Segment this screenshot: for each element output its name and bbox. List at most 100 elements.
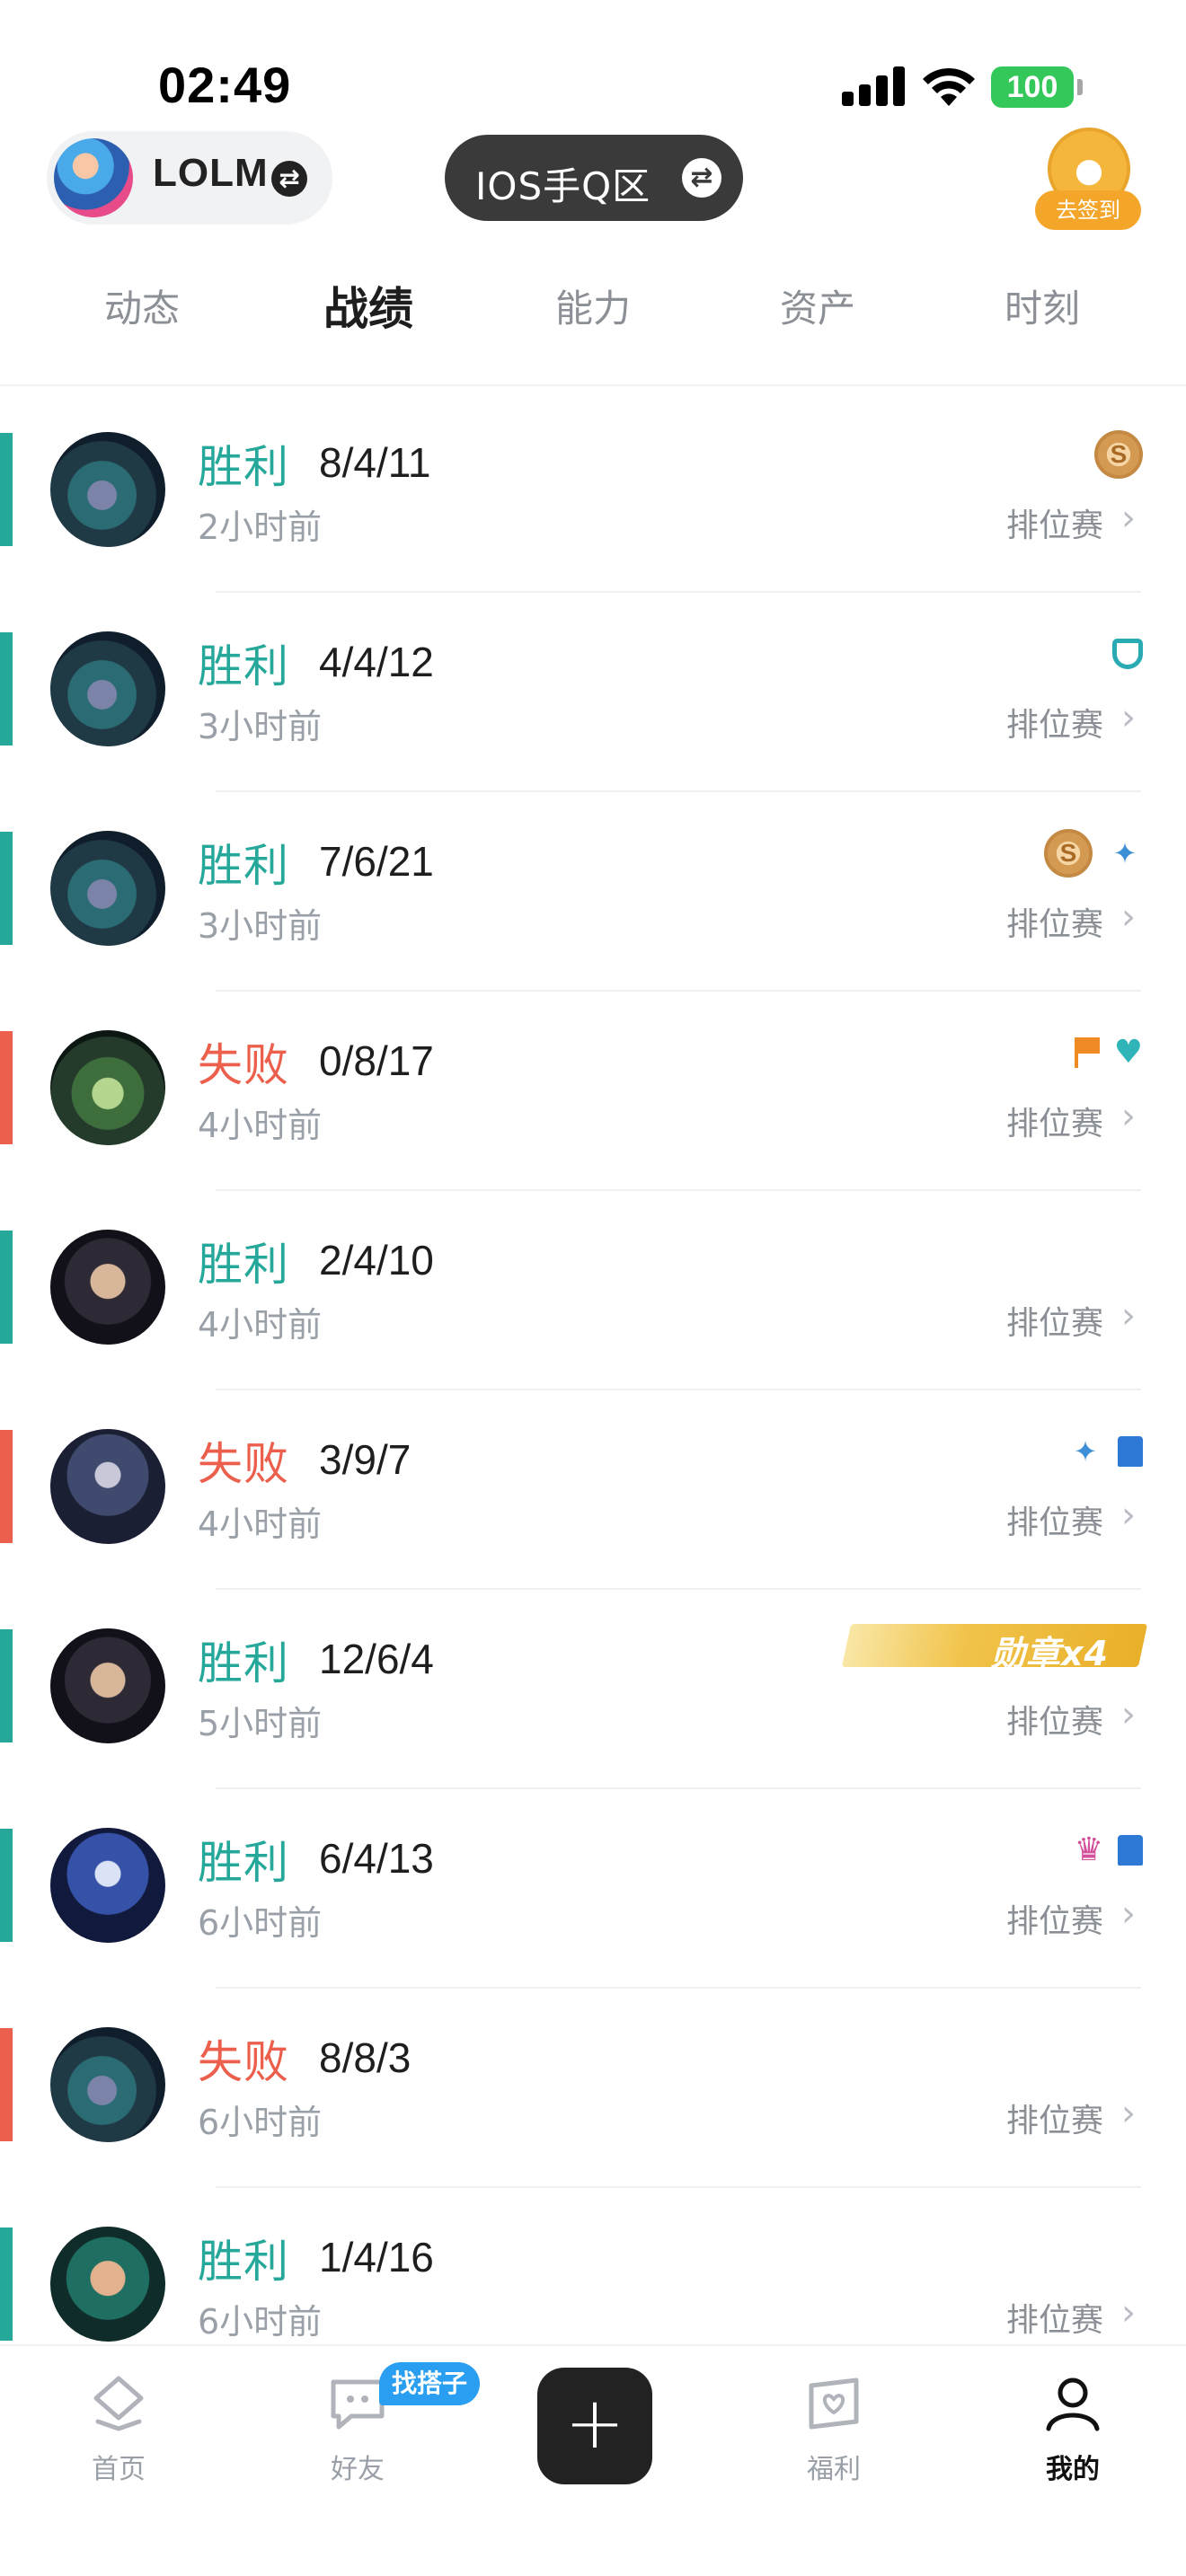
result-indicator [0,1231,13,1344]
nav-me[interactable]: 我的 [1001,2371,1145,2486]
cellular-signal-icon [842,66,905,106]
swap-icon: ⇄ [682,158,721,198]
nav-label: 好友 [331,2454,385,2485]
match-time: 5小时前 [198,1704,323,1743]
chevron-right-icon: › [1121,1694,1136,1735]
tab-assets[interactable]: 资产 [728,278,907,333]
checkin-button[interactable]: 去签到 [1035,128,1141,234]
match-row[interactable]: 胜利 8/4/11 2小时前 S 排位赛 › [0,393,1186,593]
tab-bar: 动态 战绩 能力 资产 时刻 [0,269,1186,356]
nav-rewards[interactable]: 福利 [762,2371,906,2486]
champion-avatar [50,1628,165,1743]
match-result: 胜利 [198,1837,289,1889]
result-indicator [0,1430,13,1543]
status-time: 02:49 [158,57,292,113]
match-row[interactable]: 胜利 12/6/4 5小时前 勋章x4 排位赛 › [0,1590,1186,1789]
match-time: 6小时前 [198,1903,323,1943]
match-row[interactable]: 失败 8/8/3 6小时前 排位赛 › [0,1989,1186,2188]
match-time: 6小时前 [198,2302,323,2342]
chevron-right-icon: › [1121,896,1136,938]
nav-label: 首页 [92,2454,146,2485]
match-mode: 排位赛 [1006,2302,1104,2339]
match-badges: S [1094,429,1143,480]
nav-home[interactable]: 首页 [47,2371,190,2486]
match-row[interactable]: 失败 3/9/7 4小时前 ✦ 排位赛 › [0,1390,1186,1590]
result-indicator [0,433,13,546]
gift-heart-icon [809,2378,859,2430]
match-kda: 3/9/7 [319,1436,412,1483]
divider [0,384,1186,386]
champion-avatar [50,1230,165,1345]
match-badges [1112,629,1143,679]
match-kda: 8/8/3 [319,2034,412,2081]
match-mode: 排位赛 [1006,1903,1104,1940]
match-time: 4小时前 [198,1106,323,1145]
match-time: 3小时前 [198,707,323,746]
match-badges: ♥ [1073,1028,1143,1078]
match-result: 胜利 [198,840,289,892]
match-mode: 排位赛 [1006,1704,1104,1741]
find-partner-badge[interactable]: 找搭子 [379,2362,480,2405]
chevron-right-icon: › [1121,2292,1136,2333]
match-row[interactable]: 失败 0/8/17 4小时前 ♥ 排位赛 › [0,992,1186,1191]
create-post-button[interactable]: + [537,2368,652,2484]
demon-icon: ♛ [1074,1831,1103,1868]
wifi-icon [923,67,975,106]
account-name: LOLM [153,151,269,195]
match-time: 4小时前 [198,1305,323,1345]
tab-feed[interactable]: 动态 [52,278,232,333]
nav-label: 我的 [1046,2454,1100,2485]
result-indicator [0,632,13,745]
shield-icon [1112,639,1143,669]
match-kda: 1/4/16 [319,2234,434,2280]
battery-indicator: 100 [991,66,1074,108]
status-bar: 02:49 100 [0,0,1186,135]
result-indicator [0,1629,13,1742]
swap-icon: ⇄ [271,161,307,197]
match-row[interactable]: 胜利 4/4/12 3小时前 排位赛 › [0,593,1186,792]
heart-plus-icon: ♥ [1113,1034,1143,1071]
coin-icon: S [1094,430,1143,479]
result-indicator [0,1829,13,1942]
tab-records[interactable]: 战绩 [279,273,458,338]
match-mode: 排位赛 [1006,1504,1104,1541]
match-kda: 8/4/11 [319,439,431,486]
tab-ability[interactable]: 能力 [503,278,683,333]
match-mode: 排位赛 [1006,707,1104,744]
match-result: 胜利 [198,1239,289,1291]
match-mode: 排位赛 [1006,1106,1104,1142]
champion-avatar [50,831,165,946]
match-badges: ♛ [1075,1825,1143,1875]
match-result: 失败 [198,1039,289,1091]
champion-avatar [50,2227,165,2342]
region-label: IOS手Q区 [475,164,651,208]
wings-icon: ✦ [1112,836,1137,870]
match-row[interactable]: 胜利 7/6/21 3小时前 S ✦ 排位赛 › [0,792,1186,992]
result-indicator [0,832,13,945]
match-mode: 排位赛 [1006,1305,1104,1342]
tab-moments[interactable]: 时刻 [952,278,1132,333]
match-time: 6小时前 [198,2103,323,2142]
chevron-right-icon: › [1121,1495,1136,1536]
match-result: 胜利 [198,1637,289,1689]
match-badges: S ✦ [1044,828,1143,878]
match-mode: 排位赛 [1006,906,1104,943]
match-row[interactable]: 胜利 2/4/10 4小时前 排位赛 › [0,1191,1186,1390]
match-result: 胜利 [198,2236,289,2288]
champion-avatar [50,1429,165,1544]
match-row[interactable]: 胜利 6/4/13 6小时前 ♛ 排位赛 › [0,1789,1186,1989]
match-kda: 12/6/4 [319,1636,434,1682]
checkin-label: 去签到 [1035,190,1141,230]
account-switcher[interactable]: LOLM ⇄ [47,131,332,225]
chevron-right-icon: › [1121,697,1136,738]
chevron-right-icon: › [1121,1893,1136,1935]
champion-avatar [50,2027,165,2142]
match-time: 2小时前 [198,507,323,547]
match-mode: 排位赛 [1006,2103,1104,2139]
region-switcher[interactable]: IOS手Q区 ⇄ [445,135,743,221]
wings-icon: ✦ [1073,1434,1098,1469]
match-result: 胜利 [198,640,289,693]
nav-label: 福利 [807,2454,861,2485]
champion-avatar [50,631,165,746]
champion-avatar [50,1030,165,1145]
